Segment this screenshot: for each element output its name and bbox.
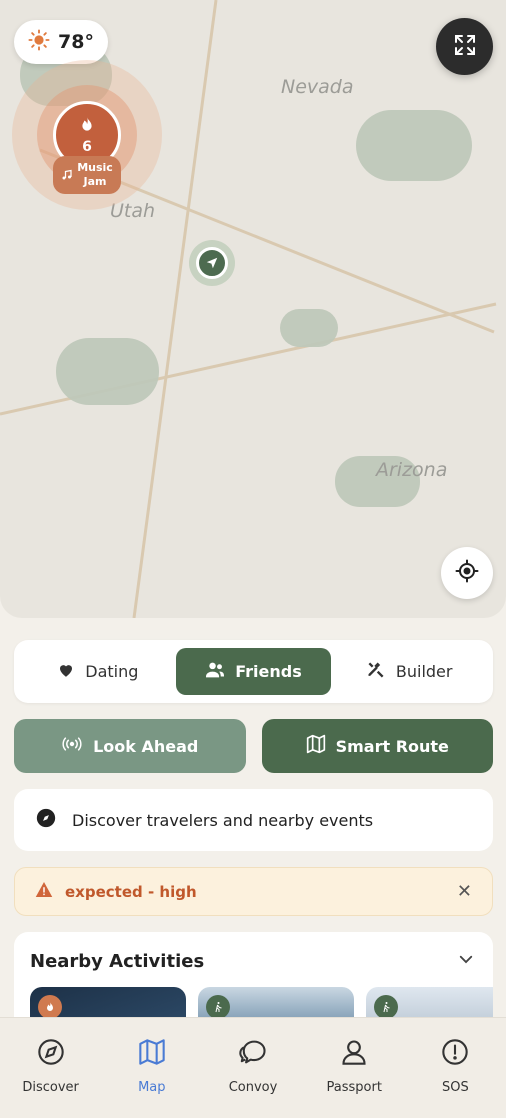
event-label-line2: Jam (83, 175, 107, 188)
tab-convoy-label: Convoy (228, 1080, 278, 1095)
alert-circle-icon (441, 1038, 469, 1070)
tab-convoy[interactable]: Convoy (202, 1018, 303, 1118)
weather-temperature: 78° (58, 31, 94, 53)
tab-discover[interactable]: Discover (0, 1018, 101, 1118)
mode-builder-label: Builder (395, 662, 453, 681)
chevron-down-icon[interactable] (457, 950, 475, 972)
event-count: 6 (82, 139, 92, 155)
event-label-line1: Music (77, 160, 113, 174)
mode-friends-label: Friends (235, 662, 302, 681)
tab-map-label: Map (138, 1080, 166, 1095)
tab-sos[interactable]: SOS (405, 1018, 506, 1118)
mode-dating-button[interactable]: Dating (20, 648, 176, 695)
users-icon (205, 661, 225, 683)
map-region (56, 338, 159, 405)
sun-icon (28, 29, 50, 55)
look-ahead-label: Look Ahead (93, 736, 199, 756)
flame-icon (76, 115, 98, 141)
discover-text: Discover travelers and nearby events (72, 810, 374, 830)
tools-icon (366, 660, 386, 684)
mode-selector: Dating Friends Builder (14, 640, 493, 703)
close-alert-button[interactable]: ✕ (457, 881, 472, 902)
tab-sos-label: SOS (442, 1080, 469, 1095)
navigation-arrow-icon (196, 247, 228, 279)
state-label-arizona: Arizona (376, 459, 448, 481)
tab-passport-label: Passport (326, 1080, 382, 1095)
smart-route-button[interactable]: Smart Route (261, 719, 493, 773)
state-label-nevada: Nevada (281, 76, 354, 98)
hiker-icon (206, 995, 230, 1019)
expand-map-button[interactable] (436, 18, 493, 75)
map-icon (137, 1038, 167, 1070)
weather-badge[interactable]: 78° (14, 20, 108, 64)
broadcast-icon (61, 736, 83, 756)
look-ahead-button[interactable]: Look Ahead (14, 719, 246, 773)
map-view[interactable]: Nevada Utah Arizona 78° 6 Music Jam (0, 0, 506, 618)
event-label-tag[interactable]: Music Jam (53, 156, 121, 194)
nearby-activities-title: Nearby Activities (30, 950, 205, 972)
bottom-tab-bar: Discover Map Convoy Passport SOS (0, 1017, 506, 1118)
mode-dating-label: Dating (85, 662, 139, 681)
chat-icon (238, 1038, 268, 1070)
tab-passport[interactable]: Passport (304, 1018, 405, 1118)
map-region (280, 309, 338, 347)
tab-discover-label: Discover (22, 1080, 79, 1095)
flame-icon (38, 995, 62, 1019)
tab-map[interactable]: Map (101, 1018, 202, 1118)
crosshair-icon (455, 559, 479, 587)
expand-icon (453, 33, 477, 61)
mode-builder-button[interactable]: Builder (331, 648, 487, 695)
smart-route-label: Smart Route (335, 736, 449, 756)
traffic-alert: expected - high ✕ (14, 867, 493, 916)
user-location-marker[interactable] (189, 240, 235, 286)
warning-icon (35, 881, 53, 902)
discover-banner[interactable]: Discover travelers and nearby events (14, 789, 493, 851)
music-note-icon (61, 166, 73, 185)
heart-icon (57, 661, 75, 683)
map-fold-icon (306, 734, 326, 758)
map-region (356, 110, 472, 181)
mode-friends-button[interactable]: Friends (175, 648, 332, 695)
hiker-icon (374, 995, 398, 1019)
compass-icon (37, 1038, 65, 1070)
recenter-location-button[interactable] (441, 547, 493, 599)
user-icon (340, 1038, 368, 1070)
alert-message: expected - high (65, 882, 197, 901)
action-row: Look Ahead Smart Route (14, 719, 493, 773)
compass-icon (36, 808, 56, 832)
